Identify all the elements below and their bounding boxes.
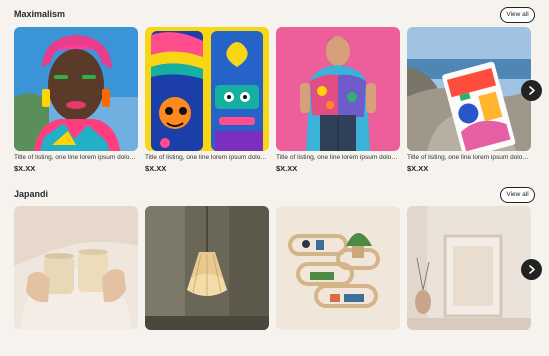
listing-title[interactable]: Title of listing, one line lorem ipsum d… (407, 154, 531, 161)
section-title: Maximalism (14, 9, 66, 19)
chevron-right-icon (528, 86, 535, 95)
section-header: Japandi View all (14, 183, 535, 207)
listing-image[interactable] (14, 27, 138, 151)
listing-title[interactable]: Title of listing, one line lorem ipsum d… (14, 154, 138, 161)
view-all-button[interactable]: View all (500, 187, 535, 203)
listing-card[interactable] (276, 206, 400, 330)
listing-price: $X.XX (14, 164, 36, 173)
listing-card[interactable] (145, 206, 269, 330)
section-title: Japandi (14, 189, 49, 199)
listing-price: $X.XX (407, 164, 429, 173)
listing-card[interactable]: Title of listing, one line lorem ipsum d… (407, 27, 531, 173)
listing-price: $X.XX (276, 164, 298, 173)
listing-card[interactable]: Title of listing, one line lorem ipsum d… (14, 27, 138, 173)
listing-image[interactable] (276, 206, 400, 330)
listing-row (14, 206, 549, 356)
listing-image[interactable] (276, 27, 400, 151)
listing-row: Title of listing, one line lorem ipsum d… (14, 27, 549, 177)
listing-card[interactable]: Title of listing, one line lorem ipsum d… (145, 27, 269, 173)
listing-title[interactable]: Title of listing, one line lorem ipsum d… (145, 154, 269, 161)
next-button[interactable] (521, 80, 542, 101)
listing-card[interactable] (407, 206, 531, 330)
listing-title[interactable]: Title of listing, one line lorem ipsum d… (276, 154, 400, 161)
listing-card[interactable]: Title of listing, one line lorem ipsum d… (276, 27, 400, 173)
next-button[interactable] (521, 259, 542, 280)
listing-card[interactable] (14, 206, 138, 330)
chevron-right-icon (528, 265, 535, 274)
listing-image[interactable] (145, 206, 269, 330)
listing-image[interactable] (407, 27, 531, 151)
listing-price: $X.XX (145, 164, 167, 173)
view-all-button[interactable]: View all (500, 7, 535, 23)
listing-image[interactable] (14, 206, 138, 330)
listing-image[interactable] (407, 206, 531, 330)
listing-image[interactable] (145, 27, 269, 151)
section-header: Maximalism View all (14, 3, 535, 27)
